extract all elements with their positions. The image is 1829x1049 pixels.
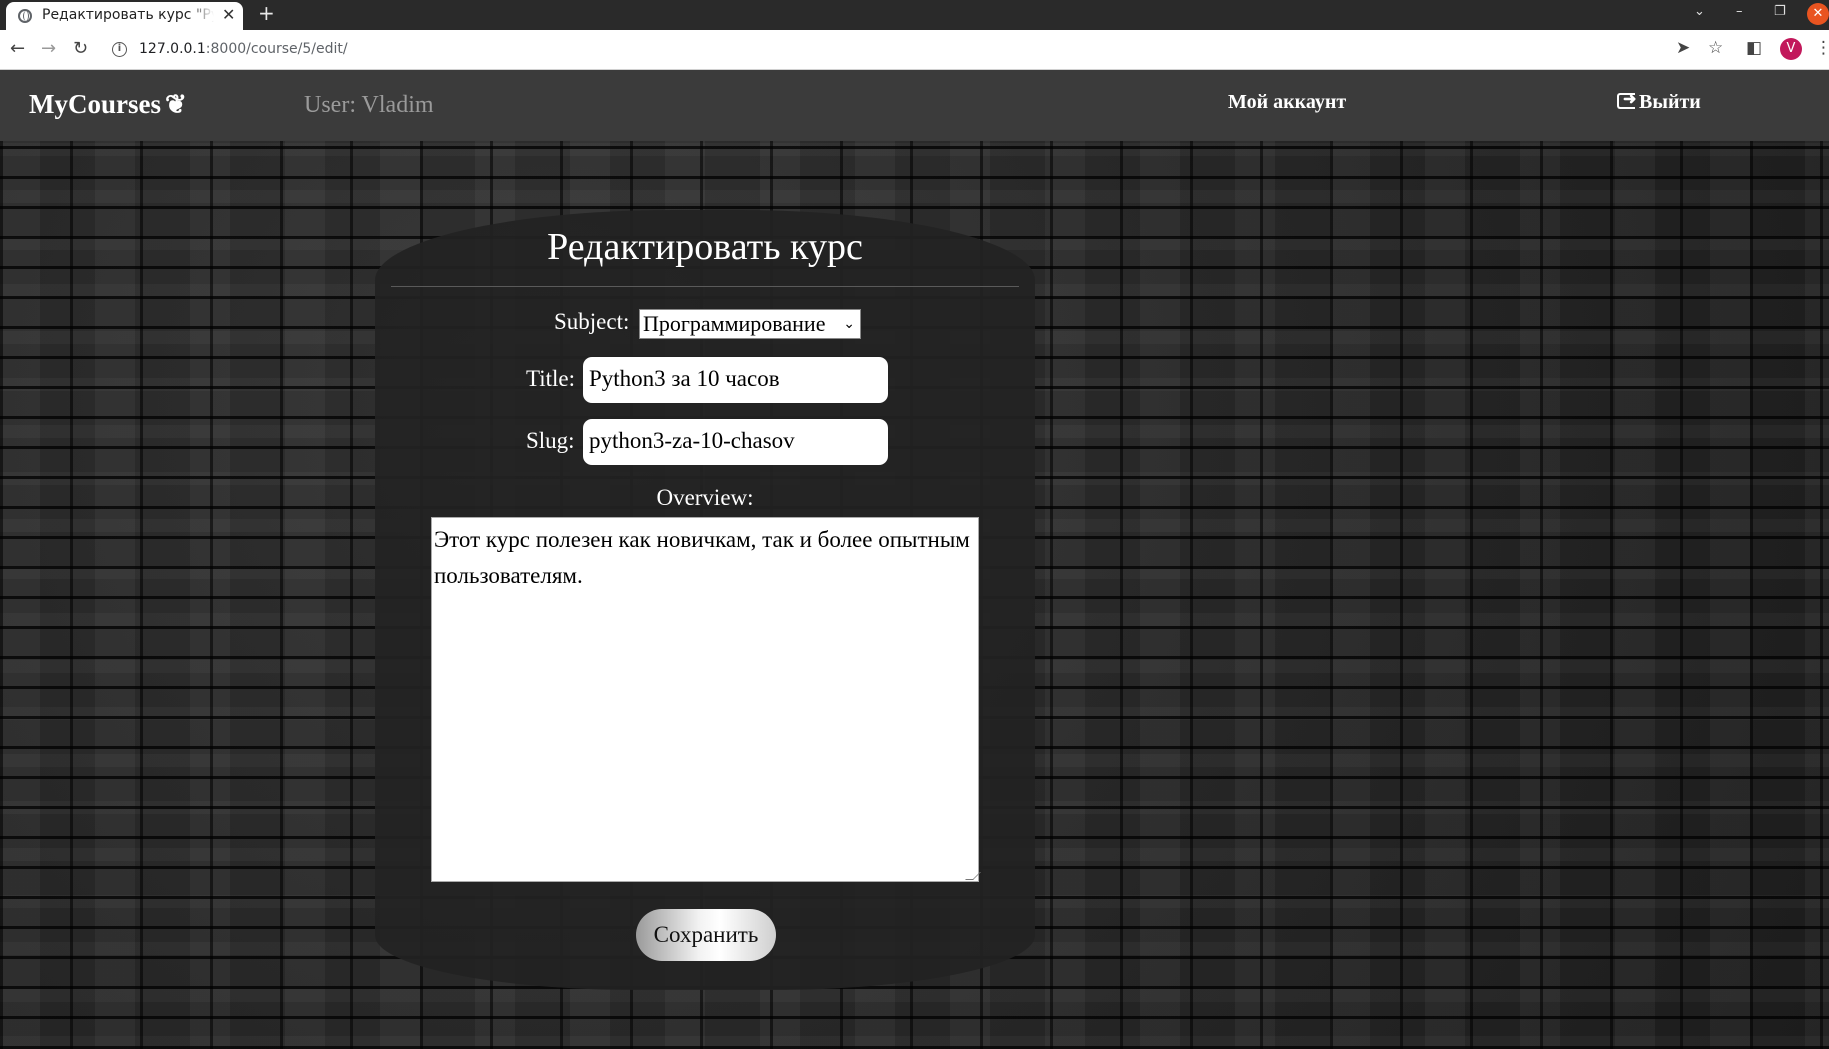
window-close-icon[interactable]: ✕ bbox=[1807, 3, 1829, 25]
tab-title: Редактировать курс "Python3 за 10 часов" bbox=[42, 7, 214, 23]
url-path: :8000/course/5/edit/ bbox=[205, 41, 348, 57]
logout-label: Выйти bbox=[1639, 91, 1701, 113]
url-host: 127.0.0.1 bbox=[139, 41, 206, 57]
overview-textarea[interactable]: Этот курс полезен как новичкам, так и бо… bbox=[431, 517, 981, 882]
forward-icon[interactable]: → bbox=[41, 38, 56, 59]
info-icon[interactable]: i bbox=[112, 42, 127, 57]
browser-tab[interactable]: Редактировать курс "Python3 за 10 часов"… bbox=[6, 2, 243, 30]
logout-link[interactable]: Выйти bbox=[1617, 89, 1701, 114]
tab-close-icon[interactable]: ✕ bbox=[222, 5, 235, 24]
restore-icon[interactable]: ❐ bbox=[1774, 4, 1786, 19]
logo-text: MyCourses bbox=[29, 89, 161, 119]
form-title: Редактировать курс bbox=[547, 226, 863, 268]
title-label: Title: bbox=[526, 366, 576, 391]
resize-grip-icon[interactable] bbox=[965, 872, 981, 880]
subject-select[interactable]: Программирование ⌄ bbox=[639, 309, 861, 339]
send-icon[interactable]: ➤ bbox=[1676, 38, 1690, 58]
chevron-down-icon: ⌄ bbox=[843, 316, 855, 332]
leaf-icon: ❦ bbox=[164, 90, 187, 119]
site-header: MyCourses❦ User: Vladim Мой аккаунт Выйт… bbox=[0, 70, 1829, 141]
divider bbox=[391, 286, 1019, 287]
browser-toolbar: ← → ↻ i 127.0.0.1:8000/course/5/edit/ ➤ … bbox=[0, 30, 1829, 70]
slug-label: Slug: bbox=[526, 428, 575, 453]
browser-tab-bar: Редактировать курс "Python3 за 10 часов"… bbox=[0, 0, 1829, 30]
reload-icon[interactable]: ↻ bbox=[73, 38, 88, 59]
bookmark-star-icon[interactable]: ☆ bbox=[1708, 38, 1723, 58]
tab-search-icon[interactable]: ⌄ bbox=[1694, 4, 1705, 19]
back-icon[interactable]: ← bbox=[10, 38, 25, 59]
profile-avatar[interactable]: V bbox=[1780, 38, 1802, 60]
side-panel-icon[interactable]: ◧ bbox=[1746, 38, 1762, 58]
overview-text: Этот курс полезен как новичкам, так и бо… bbox=[434, 527, 970, 588]
account-link[interactable]: Мой аккаунт bbox=[1228, 91, 1346, 114]
overview-label: Overview: bbox=[656, 485, 754, 510]
edit-course-form: Редактировать курс Subject: Программиров… bbox=[375, 210, 1035, 990]
minimize-icon[interactable]: – bbox=[1736, 4, 1743, 19]
user-label: User: Vladim bbox=[304, 92, 434, 118]
site-logo[interactable]: MyCourses ❦ bbox=[29, 89, 187, 120]
sign-out-icon bbox=[1617, 89, 1636, 109]
new-tab-icon[interactable]: + bbox=[258, 1, 275, 25]
subject-label: Subject: bbox=[554, 309, 630, 334]
save-button[interactable]: Сохранить bbox=[636, 909, 776, 961]
slug-input[interactable]: python3-za-10-chasov bbox=[583, 419, 888, 465]
title-input[interactable]: Python3 за 10 часов bbox=[583, 357, 888, 403]
menu-kebab-icon[interactable]: ⋮ bbox=[1815, 38, 1829, 58]
address-bar[interactable]: 127.0.0.1:8000/course/5/edit/ bbox=[139, 41, 348, 57]
subject-value: Программирование bbox=[643, 311, 826, 336]
globe-icon bbox=[18, 9, 32, 23]
